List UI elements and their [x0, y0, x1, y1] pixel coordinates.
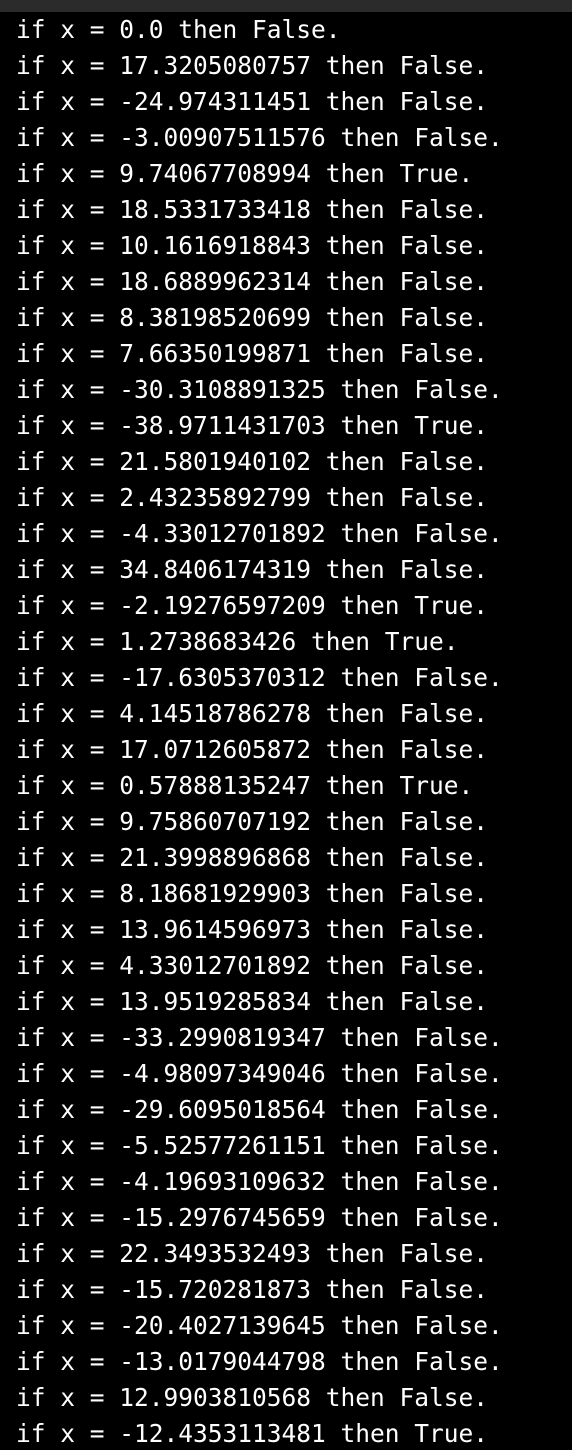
output-line: if x = 0.57888135247 then True. [16, 771, 474, 800]
output-line: if x = -13.0179044798 then False. [16, 1347, 503, 1376]
output-line: if x = 7.66350199871 then False. [16, 339, 489, 368]
output-line: if x = 4.14518786278 then False. [16, 699, 489, 728]
output-line: if x = -29.6095018564 then False. [16, 1095, 503, 1124]
output-line: if x = -33.2990819347 then False. [16, 1023, 503, 1052]
output-line: if x = -4.33012701892 then False. [16, 519, 503, 548]
output-line: if x = 21.5801940102 then False. [16, 447, 489, 476]
output-line: if x = -5.52577261151 then False. [16, 1131, 503, 1160]
output-line: if x = 22.3493532493 then False. [16, 1239, 489, 1268]
output-line: if x = 18.5331733418 then False. [16, 195, 489, 224]
output-line: if x = -2.19276597209 then True. [16, 591, 489, 620]
output-line: if x = -15.2976745659 then False. [16, 1203, 503, 1232]
output-line: if x = 17.3205080757 then False. [16, 51, 489, 80]
output-line: if x = 0.0 then False. [16, 15, 341, 44]
output-line: if x = -24.974311451 then False. [16, 87, 489, 116]
output-line: if x = 8.18681929903 then False. [16, 879, 489, 908]
output-line: if x = -17.6305370312 then False. [16, 663, 503, 692]
output-line: if x = 21.3998896868 then False. [16, 843, 489, 872]
output-line: if x = 34.8406174319 then False. [16, 555, 489, 584]
output-line: if x = 10.1616918843 then False. [16, 231, 489, 260]
output-line: if x = -3.00907511576 then False. [16, 123, 503, 152]
output-line: if x = -12.4353113481 then True. [16, 1419, 489, 1448]
output-line: if x = 13.9519285834 then False. [16, 987, 489, 1016]
output-line: if x = 8.38198520699 then False. [16, 303, 489, 332]
output-line: if x = -30.3108891325 then False. [16, 375, 503, 404]
output-line: if x = -4.98097349046 then False. [16, 1059, 503, 1088]
window-top-bar [0, 0, 572, 12]
output-line: if x = 4.33012701892 then False. [16, 951, 489, 980]
output-line: if x = 9.74067708994 then True. [16, 159, 474, 188]
output-line: if x = 17.0712605872 then False. [16, 735, 489, 764]
output-line: if x = 2.43235892799 then False. [16, 483, 489, 512]
output-line: if x = 9.75860707192 then False. [16, 807, 489, 836]
output-line: if x = -38.9711431703 then True. [16, 411, 489, 440]
output-line: if x = -4.19693109632 then False. [16, 1167, 503, 1196]
output-line: if x = 1.2738683426 then True. [16, 627, 459, 656]
output-line: if x = 13.9614596973 then False. [16, 915, 489, 944]
terminal-output[interactable]: if x = 0.0 then False. if x = 17.3205080… [6, 12, 566, 1450]
output-line: if x = 18.6889962314 then False. [16, 267, 489, 296]
output-line: if x = -15.720281873 then False. [16, 1275, 489, 1304]
output-line: if x = -20.4027139645 then False. [16, 1311, 503, 1340]
output-line: if x = 12.9903810568 then False. [16, 1383, 489, 1412]
